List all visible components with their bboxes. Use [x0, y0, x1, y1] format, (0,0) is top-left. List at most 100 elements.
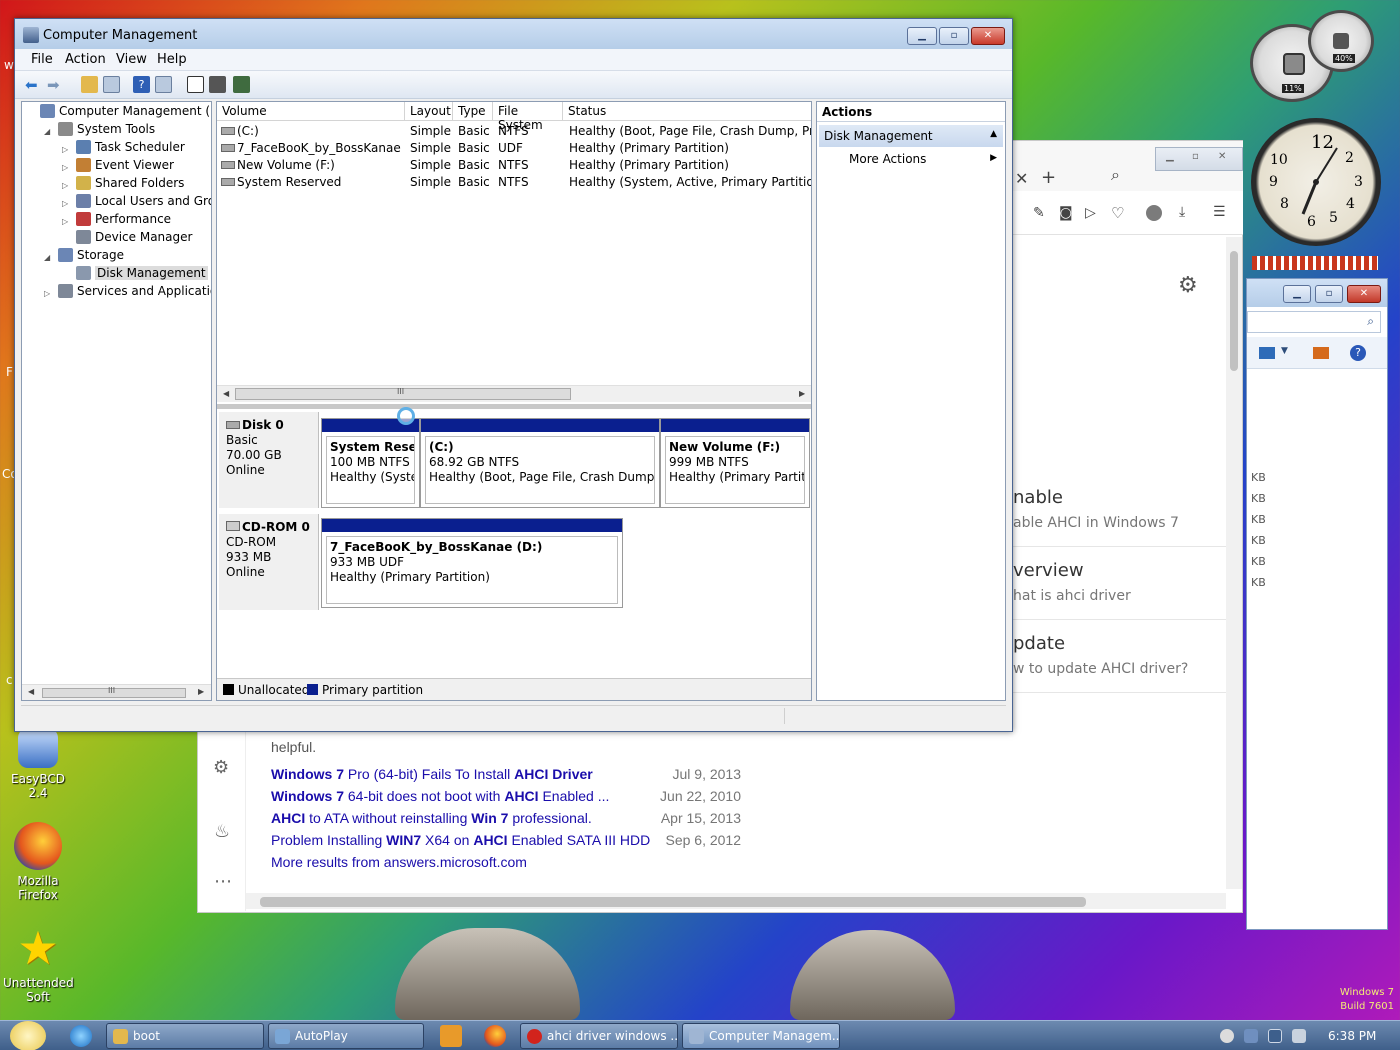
- expander-icon[interactable]: ▷: [44, 289, 58, 298]
- firefox-icon[interactable]: [484, 1025, 506, 1047]
- tree-item[interactable]: ▷ Local Users and Groups: [62, 194, 211, 212]
- partition-f[interactable]: New Volume (F:) 999 MB NTFS Healthy (Prima…: [660, 418, 810, 508]
- clock-time[interactable]: 6:38 PM: [1328, 1029, 1376, 1043]
- side-search-box[interactable]: ⌕: [1247, 311, 1381, 333]
- help-icon[interactable]: ?: [133, 76, 150, 93]
- taskbar-button-opera[interactable]: ahci driver windows ...: [520, 1023, 678, 1049]
- chevron-down-icon[interactable]: ▼: [1281, 346, 1288, 356]
- profile-icon[interactable]: [1146, 205, 1162, 221]
- close-icon[interactable]: ✕: [1218, 151, 1226, 162]
- volume-row[interactable]: System Reserved Simple Basic NTFS Healthy (S…: [217, 174, 811, 191]
- tree-item[interactable]: ▷ Services and Applications: [44, 284, 211, 302]
- send-icon[interactable]: ▷: [1085, 205, 1096, 221]
- rescan-disks-icon[interactable]: [233, 76, 250, 93]
- volume-muted-icon[interactable]: [1292, 1029, 1306, 1043]
- refresh-icon[interactable]: [187, 76, 204, 93]
- related-link[interactable]: AHCI to ATA without reinstalling Win 7 p…: [271, 810, 592, 826]
- expander-icon[interactable]: ◢: [44, 127, 58, 136]
- partition-d[interactable]: 7_FaceBooK_by_BossKanae (D:) 933 MB UDF He…: [321, 518, 623, 608]
- related-link[interactable]: Problem Installing WIN7 X64 on AHCI Enab…: [271, 832, 650, 848]
- result-title[interactable]: pdate: [1013, 633, 1065, 654]
- collapse-icon[interactable]: ▲: [990, 129, 997, 139]
- tree-item[interactable]: ◢ Storage: [44, 248, 124, 266]
- tree-item[interactable]: Disk Management: [62, 266, 208, 284]
- close-button[interactable]: ✕: [971, 27, 1005, 45]
- volume-row[interactable]: 7_FaceBooK_by_BossKanae (D:) Simple Basic U…: [217, 140, 811, 157]
- maximize-button[interactable]: ▫: [939, 27, 969, 45]
- side-close-button[interactable]: ✕: [1347, 285, 1381, 303]
- scroll-right-arrow[interactable]: ▶: [198, 687, 204, 696]
- volume-list-scrollbar[interactable]: ◀ III ▶: [217, 385, 811, 402]
- tree-item[interactable]: ▷ Performance: [62, 212, 171, 230]
- actions-section-disk-management[interactable]: Disk Management ▲: [819, 125, 1003, 147]
- help-icon[interactable]: ?: [1350, 345, 1366, 361]
- tree-item[interactable]: Device Manager: [62, 230, 192, 248]
- show-hide-tree-icon[interactable]: [103, 76, 120, 93]
- tree-item[interactable]: Computer Management (Local: [26, 104, 211, 122]
- expander-icon[interactable]: ▷: [62, 199, 76, 208]
- related-link[interactable]: Windows 7 Pro (64-bit) Fails To Install …: [271, 766, 593, 782]
- side-maximize-button[interactable]: ▫: [1315, 285, 1343, 303]
- expander-icon[interactable]: ◢: [44, 253, 58, 262]
- column-header-file-system[interactable]: File System: [493, 102, 563, 132]
- menu-file[interactable]: File: [31, 52, 53, 67]
- background-explorer-window[interactable]: ▁ ▫ ✕ ⌕ ▼ ? KB KB KB KB KB KB: [1246, 278, 1388, 930]
- edit-icon[interactable]: ✎: [1033, 205, 1045, 221]
- console-tree[interactable]: Computer Management (Local◢System Tools ▷…: [21, 101, 212, 701]
- download-icon[interactable]: ⤓: [1179, 204, 1185, 220]
- volume-row[interactable]: New Volume (F:) Simple Basic NTFS Healthy (P…: [217, 157, 811, 174]
- forward-arrow-icon[interactable]: ➡: [47, 76, 64, 94]
- settings-icon[interactable]: ⚙: [1178, 273, 1198, 298]
- cdrom-0-label[interactable]: CD-ROM 0 CD-ROM 933 MB Online: [219, 514, 319, 610]
- disk-0-label[interactable]: Disk 0 Basic 70.00 GB Online: [219, 412, 319, 508]
- side-minimize-button[interactable]: ▁: [1283, 285, 1311, 303]
- expander-icon[interactable]: ▷: [62, 145, 76, 154]
- taskbar-button-boot[interactable]: boot: [106, 1023, 264, 1049]
- preview-pane-icon[interactable]: [1313, 347, 1329, 359]
- view-icon[interactable]: [1259, 347, 1275, 359]
- tree-item[interactable]: ▷ Shared Folders: [62, 176, 184, 194]
- expander-icon[interactable]: ▷: [62, 163, 76, 172]
- close-tab-icon[interactable]: ✕: [1015, 169, 1028, 188]
- tree-item[interactable]: ◢ System Tools: [44, 122, 155, 140]
- internet-explorer-icon[interactable]: [70, 1025, 92, 1047]
- tray-status-icon[interactable]: [1220, 1029, 1234, 1043]
- settings-icon[interactable]: ⚙: [213, 757, 229, 778]
- volume-row[interactable]: (C:) Simple Basic NTFS Healthy (Boot, Page F…: [217, 123, 811, 140]
- window-titlebar[interactable]: Computer Management ▁ ▫ ✕: [15, 19, 1012, 49]
- up-folder-icon[interactable]: [81, 76, 98, 93]
- pane-splitter[interactable]: [217, 404, 811, 409]
- desktop-icon-unattended[interactable]: ★ Unattended Soft: [0, 924, 76, 1004]
- scroll-right-arrow[interactable]: ▶: [799, 389, 805, 398]
- camera-icon[interactable]: ◙: [1059, 205, 1073, 221]
- network-icon[interactable]: [1268, 1029, 1282, 1043]
- heart-icon[interactable]: ♡: [1111, 204, 1124, 222]
- menu-view[interactable]: View: [116, 52, 147, 67]
- scroll-left-arrow[interactable]: ◀: [223, 389, 229, 398]
- tree-horizontal-scrollbar[interactable]: ◀ III ▶: [22, 684, 211, 700]
- desktop-icon-firefox[interactable]: Mozilla Firefox: [0, 822, 76, 902]
- maximize-icon[interactable]: ▫: [1192, 151, 1199, 162]
- more-results-link[interactable]: More results from answers.microsoft.com: [271, 854, 527, 870]
- column-header-layout[interactable]: Layout: [405, 102, 453, 121]
- result-title[interactable]: nable: [1013, 487, 1063, 508]
- search-icon[interactable]: ⌕: [1111, 165, 1120, 185]
- partition-system-reserved[interactable]: System Reserv100 MB NTFSHealthy (System: [321, 418, 420, 508]
- partition-c[interactable]: (C:) 68.92 GB NTFS Healthy (Boot, Page Fil…: [420, 418, 660, 508]
- horizontal-scrollbar[interactable]: [246, 893, 1226, 909]
- media-player-icon[interactable]: [440, 1025, 462, 1047]
- properties-icon[interactable]: [209, 76, 226, 93]
- clock-gadget[interactable]: 12 2 3 4 5 6 8 9 10: [1251, 118, 1381, 246]
- column-header-status[interactable]: Status: [563, 102, 811, 121]
- scroll-left-arrow[interactable]: ◀: [28, 687, 34, 696]
- desktop-icon-easybcd[interactable]: EasyBCD 2.4: [0, 728, 76, 800]
- tree-item[interactable]: ▷ Event Viewer: [62, 158, 174, 176]
- vertical-scrollbar[interactable]: [1226, 237, 1242, 889]
- new-tab-icon[interactable]: +: [1041, 167, 1056, 188]
- taskbar-button-autoplay[interactable]: AutoPlay: [268, 1023, 424, 1049]
- more-actions-item[interactable]: More Actions ▶: [819, 149, 1003, 169]
- lightbulb-icon[interactable]: ♨: [214, 821, 230, 842]
- column-header-type[interactable]: Type: [453, 102, 493, 121]
- minimize-button[interactable]: ▁: [907, 27, 937, 45]
- start-button[interactable]: [10, 1021, 46, 1050]
